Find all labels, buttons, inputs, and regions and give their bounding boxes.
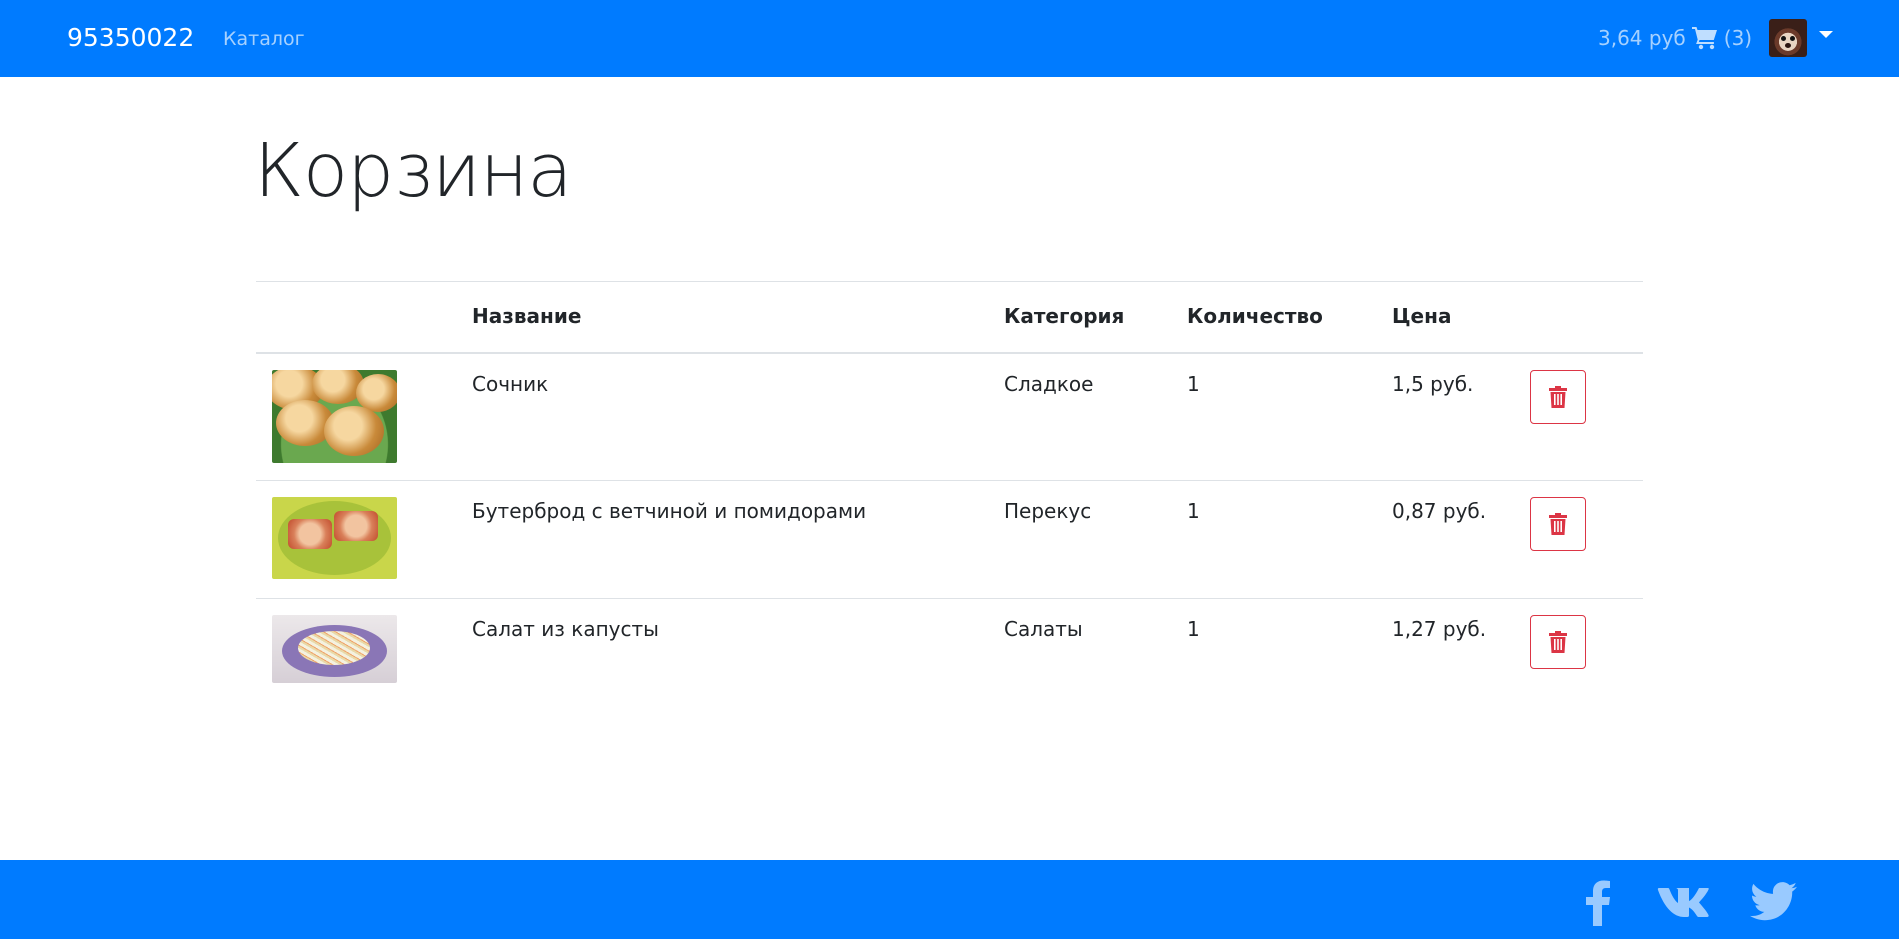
cart-total: 3,64 руб <box>1598 26 1686 50</box>
product-price: 1,27 руб. <box>1392 617 1487 641</box>
cart-summary[interactable]: 3,64 руб (3) <box>1598 25 1752 51</box>
delete-button[interactable] <box>1530 497 1586 551</box>
avatar-eye-right <box>1790 36 1795 41</box>
trash-icon <box>1549 513 1567 535</box>
delete-button[interactable] <box>1530 369 1586 424</box>
cart-table: Название Категория Количество Цена Сочни… <box>256 281 1643 699</box>
product-price: 1,5 руб. <box>1392 371 1474 396</box>
food-thumbnail[interactable] <box>272 615 397 683</box>
table-row: Сочник Сладкое 1 1,5 руб. <box>256 353 1643 481</box>
footer <box>0 860 1899 939</box>
facebook-icon[interactable] <box>1584 880 1612 926</box>
product-name: Бутерброд с ветчиной и помидорами <box>472 499 867 523</box>
food-thumbnail[interactable] <box>272 497 397 579</box>
header-quantity: Количество <box>1187 304 1323 328</box>
header-category: Категория <box>1004 304 1125 328</box>
trash-icon <box>1549 631 1567 653</box>
navbar: 95350022 Каталог 3,64 руб (3) <box>0 0 1899 77</box>
header-image <box>256 282 456 353</box>
product-quantity: 1 <box>1187 617 1200 641</box>
avatar-eye-left <box>1781 36 1786 41</box>
vk-icon[interactable] <box>1657 886 1709 918</box>
product-category: Салаты <box>1004 617 1083 641</box>
food-thumbnail[interactable] <box>272 369 397 463</box>
page-title: Корзина <box>254 128 573 214</box>
product-name: Салат из капусты <box>472 617 659 641</box>
header-name: Название <box>472 304 582 328</box>
cart-icon <box>1691 27 1717 50</box>
product-category: Перекус <box>1004 499 1092 523</box>
table-row: Салат из капусты Салаты 1 1,27 руб. <box>256 599 1643 699</box>
avatar[interactable] <box>1769 19 1807 57</box>
product-name: Сочник <box>472 371 549 396</box>
product-price: 0,87 руб. <box>1392 499 1487 523</box>
brand-link[interactable]: 95350022 <box>67 23 194 53</box>
product-quantity: 1 <box>1187 371 1200 396</box>
cart-count: (3) <box>1723 26 1753 50</box>
product-quantity: 1 <box>1187 499 1200 523</box>
avatar-nose <box>1785 43 1791 48</box>
twitter-icon[interactable] <box>1750 882 1798 922</box>
header-actions <box>1530 282 1643 353</box>
nav-link-catalog[interactable]: Каталог <box>223 27 305 51</box>
table-row: Бутерброд с ветчиной и помидорами Переку… <box>256 481 1643 599</box>
delete-button[interactable] <box>1530 615 1586 669</box>
table-header-row: Название Категория Количество Цена <box>256 281 1643 353</box>
product-category: Сладкое <box>1004 371 1094 396</box>
chevron-down-icon[interactable] <box>1819 31 1833 38</box>
trash-icon <box>1549 385 1567 408</box>
header-price: Цена <box>1392 304 1452 328</box>
